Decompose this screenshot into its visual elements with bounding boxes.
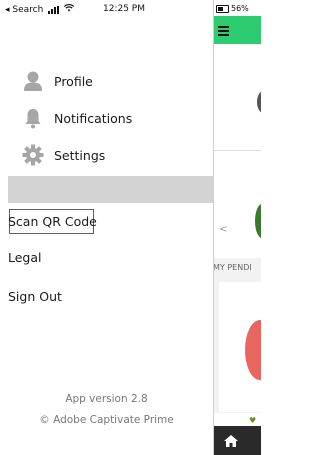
menu-item-profile[interactable]: Profile: [22, 70, 93, 92]
status-bar: ◂ Search 12:25 PM: [0, 0, 213, 18]
app-header: [213, 16, 261, 44]
course-thumbnail-peek[interactable]: [255, 204, 261, 238]
gear-icon: [22, 144, 44, 166]
app-version: App version 2.8: [65, 393, 148, 405]
back-to-search-link[interactable]: ◂ Search: [5, 5, 43, 15]
user-icon: [22, 70, 44, 92]
clock: 12:25 PM: [103, 4, 145, 14]
battery-status: 56%: [216, 4, 249, 13]
avatar-peek: [257, 90, 261, 114]
battery-percent: 56%: [231, 4, 249, 13]
menu-item-label: Profile: [54, 73, 93, 89]
status-left: ◂ Search: [5, 4, 75, 15]
badge-icon: ♥: [249, 416, 257, 425]
navigation-drawer: ◂ Search 12:25 PM Profile Notifications …: [0, 0, 214, 455]
background-app: 56% < MY PENDI ♥: [213, 0, 261, 455]
menu-item-label: Notifications: [54, 110, 133, 126]
menu-item-notifications[interactable]: Notifications: [22, 107, 132, 129]
sign-out-link[interactable]: Sign Out: [8, 289, 62, 304]
app-status-bar: 56%: [213, 0, 261, 16]
bell-icon: [22, 107, 44, 129]
section-title: MY PENDI: [213, 263, 252, 272]
divider: [213, 150, 261, 151]
wifi-icon: [64, 4, 75, 15]
legal-link[interactable]: Legal: [8, 250, 42, 265]
app-screen: 56% < MY PENDI ♥ ◂ Search 12:25 PM Profi…: [0, 0, 261, 455]
menu-item-label: Settings: [54, 147, 106, 163]
copyright: © Adobe Captivate Prime: [39, 414, 174, 426]
menu-item-settings[interactable]: Settings: [22, 144, 105, 166]
signal-icon: [48, 5, 60, 14]
battery-icon: [216, 4, 229, 13]
bottom-tab-bar: [213, 426, 261, 455]
hamburger-menu-icon[interactable]: [218, 26, 229, 38]
carousel-prev-icon[interactable]: <: [219, 224, 227, 235]
home-icon[interactable]: [223, 433, 239, 452]
scan-qr-code-link[interactable]: Scan QR Code: [8, 214, 97, 229]
section-separator: [8, 176, 213, 203]
